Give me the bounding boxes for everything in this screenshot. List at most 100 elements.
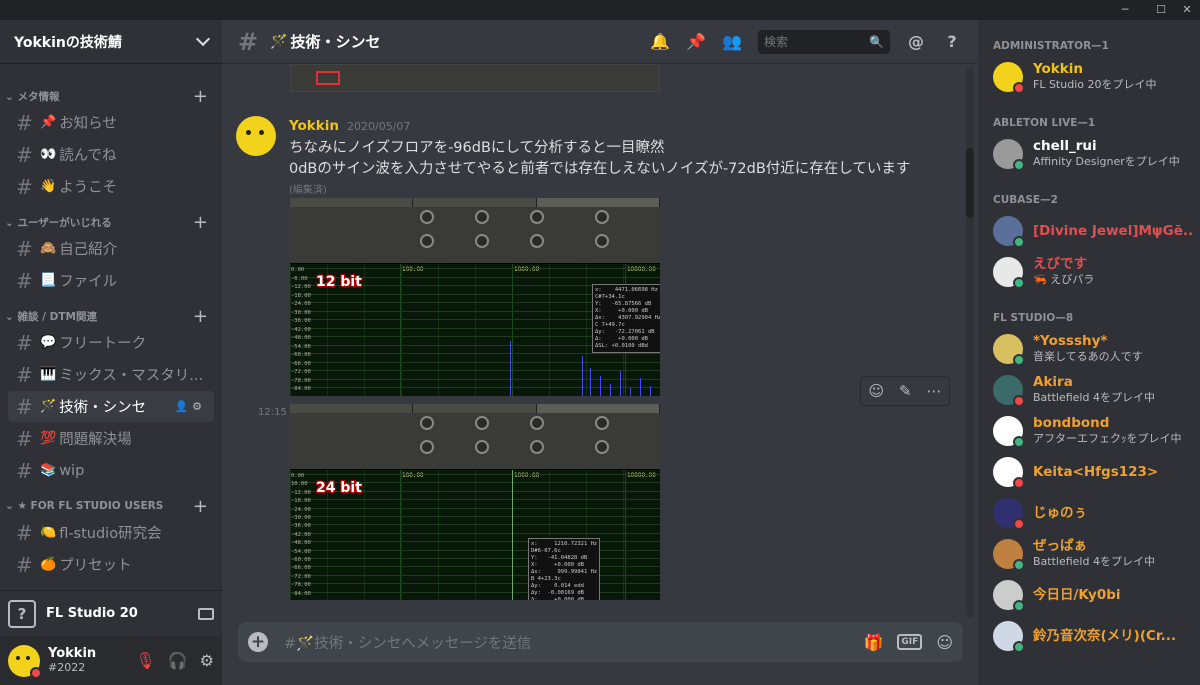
bell-icon[interactable]: 🔔: [650, 32, 670, 52]
members-icon[interactable]: 👥: [722, 32, 742, 52]
grid-line: [290, 583, 660, 585]
author-name[interactable]: Yokkin: [289, 118, 339, 134]
avatar: [993, 497, 1025, 530]
scrollbar-thumb[interactable]: [966, 148, 974, 218]
category-header[interactable]: ⌄ ユーザーがいじれる +: [0, 212, 222, 233]
channel-settings-icon[interactable]: 👤⚙: [174, 400, 206, 413]
minimize-button[interactable]: ─: [1116, 2, 1134, 18]
channel-item[interactable]: # 📚 wip: [8, 455, 214, 486]
spectrum-image-24bit[interactable]: 100.00 1000.00 10000.00 0.00 10.00 -12.00 -18.…: [290, 404, 660, 600]
member-name: Yokkin: [1033, 60, 1084, 77]
add-attachment-icon[interactable]: +: [248, 632, 268, 652]
knob: [420, 440, 434, 454]
gif-button[interactable]: GIF: [897, 634, 923, 650]
member-activity: アフターエフェクｯをプレイ中: [1033, 431, 1182, 445]
category-label: ⌄ ユーザーがいじれる: [5, 216, 112, 229]
mention-icon[interactable]: @: [906, 32, 926, 52]
message-input[interactable]: #🪄技術・シンセへメッセージを送信: [284, 632, 531, 653]
member-item[interactable]: chell_rui Affinity Designerをプレイ中: [978, 133, 1200, 174]
category-header[interactable]: ⌄ メタ情報 +: [0, 86, 222, 107]
guild-header[interactable]: Yokkinの技術鯖: [0, 20, 222, 64]
channel-name: プリセット: [59, 558, 132, 574]
channel-item[interactable]: # 💯 問題解決場: [8, 423, 214, 454]
member-item[interactable]: Yokkin FL Studio 20をプレイ中: [978, 56, 1200, 97]
channel-emoji-icon: 🍋: [40, 525, 57, 540]
category-header[interactable]: ⌄ 雑談 / DTM関連 +: [0, 306, 222, 327]
member-item[interactable]: じゅのぅ: [978, 492, 1200, 533]
grid-line: [290, 507, 660, 509]
add-channel-icon[interactable]: +: [193, 86, 208, 107]
more-icon[interactable]: ⋯: [927, 382, 942, 400]
emoji-icon[interactable]: ☺: [936, 633, 953, 652]
channel-name: ようこそ: [59, 180, 118, 196]
cursor-readout: x: 4471.06698 Hz C#7+34.1c Y: -65.87566 …: [592, 284, 660, 353]
message-timestamp: 2020/05/07: [347, 120, 411, 133]
member-item[interactable]: ぜっぱぁ Battlefield 4をプレイ中: [978, 533, 1200, 574]
member-item[interactable]: Akira Battlefield 4をプレイ中: [978, 369, 1200, 410]
channel-item[interactable]: # 📃 ファイル: [8, 265, 214, 296]
channel-emoji-icon: 🎹: [40, 367, 57, 382]
channel-item[interactable]: # 🍋 fl-studio研究会: [8, 517, 214, 548]
member-item[interactable]: 鈴乃音次奈(メリ)(Cr...: [978, 615, 1200, 656]
spectrum-plot: 100.00 1000.00 10000.00 0.00 10.00 -12.00 -18.…: [290, 470, 660, 600]
channel-item[interactable]: # 🍊 プリセット: [8, 549, 214, 580]
mute-icon[interactable]: 🎙: [135, 651, 155, 670]
channel-item[interactable]: # 🎹 ミックス・マスタリ...: [8, 359, 214, 390]
member-activity: FL Studio 20をプレイ中: [1033, 77, 1157, 91]
y-tick-label: -72.00: [291, 573, 311, 580]
channel-item[interactable]: # 📌 お知らせ: [8, 107, 214, 138]
member-item[interactable]: えびです 🦐 えびパラ: [978, 251, 1200, 292]
gear-icon[interactable]: ⚙: [200, 651, 214, 670]
headphones-icon[interactable]: 🎧: [168, 651, 188, 670]
channel-item[interactable]: # 👀 読んでね: [8, 139, 214, 170]
hash-icon: #: [16, 110, 33, 135]
member-item[interactable]: *Yossshy* 音楽してるあの人です: [978, 328, 1200, 369]
close-button[interactable]: ✕: [1178, 2, 1196, 18]
avatar: [993, 579, 1025, 612]
previous-image-attachment[interactable]: [290, 64, 660, 92]
help-icon[interactable]: ?: [942, 32, 962, 52]
knob: [420, 416, 434, 430]
channel-name: 問題解決場: [59, 432, 132, 448]
add-reaction-icon[interactable]: ☺: [868, 382, 884, 400]
author-avatar[interactable]: [236, 116, 276, 156]
spectrum-bar: [510, 341, 511, 396]
pin-icon[interactable]: 📌: [686, 32, 706, 52]
spectrum-image-12bit[interactable]: 100.00 1000.00 10000.00 0.00 -6.00 -12.00 -18.…: [290, 198, 660, 396]
channel-emoji-icon: 🪄: [40, 399, 57, 414]
chevron-down-icon[interactable]: [195, 31, 211, 47]
channel-item[interactable]: # 💬 フリートーク: [8, 327, 214, 358]
online-status-icon: [1013, 599, 1025, 612]
edit-icon[interactable]: ✎: [899, 382, 912, 400]
y-tick-label: -84.00: [291, 386, 311, 393]
gift-icon[interactable]: 🎁: [864, 633, 884, 652]
add-channel-icon[interactable]: +: [193, 306, 208, 327]
channel-item[interactable]: # 👋 ようこそ: [8, 171, 214, 202]
category-header[interactable]: ⌄ ★ FOR FL STUDIO USERS +: [0, 496, 222, 517]
avatar[interactable]: [8, 644, 42, 679]
member-text: じゅのぅ: [1033, 505, 1193, 521]
chat-area: # 🪄 技術・シンセ 🔔 📌 👥 検索 🔍 @ ? Yokkin 2020/05/…: [222, 20, 978, 685]
member-item[interactable]: bondbond アフターエフェクｯをプレイ中: [978, 410, 1200, 451]
search-input[interactable]: 検索 🔍: [758, 29, 890, 54]
dnd-status-icon: [1013, 517, 1025, 530]
screen-share-icon[interactable]: [198, 607, 214, 620]
scrollbar[interactable]: [966, 68, 974, 618]
add-channel-icon[interactable]: +: [193, 212, 208, 233]
add-channel-icon[interactable]: +: [193, 496, 208, 517]
channel-item[interactable]: # 🙈 自己紹介: [8, 233, 214, 264]
grid-line: [290, 549, 660, 551]
member-item[interactable]: Keita<Hfgs123>: [978, 451, 1200, 492]
grid-line: [290, 353, 660, 355]
message-composer[interactable]: + #🪄技術・シンセへメッセージを送信 🎁 GIF ☺: [238, 622, 963, 662]
member-name: Akira: [1033, 373, 1073, 390]
member-item[interactable]: 今日日/Ky0bi: [978, 574, 1200, 615]
maximize-button[interactable]: ☐: [1152, 2, 1170, 18]
member-name: 鈴乃音次奈(メリ)(Cr...: [1033, 627, 1177, 644]
grid-line: [401, 470, 402, 600]
category-name: 雑談 / DTM関連: [17, 310, 97, 323]
channel-header: # 🪄 技術・シンセ 🔔 📌 👥 検索 🔍 @ ?: [222, 20, 978, 64]
spectrum-bar: [610, 384, 611, 396]
member-item[interactable]: [Divine Jewel]MψGē...: [978, 210, 1200, 251]
channel-item[interactable]: # 🪄 技術・シンセ 👤⚙: [8, 391, 214, 422]
